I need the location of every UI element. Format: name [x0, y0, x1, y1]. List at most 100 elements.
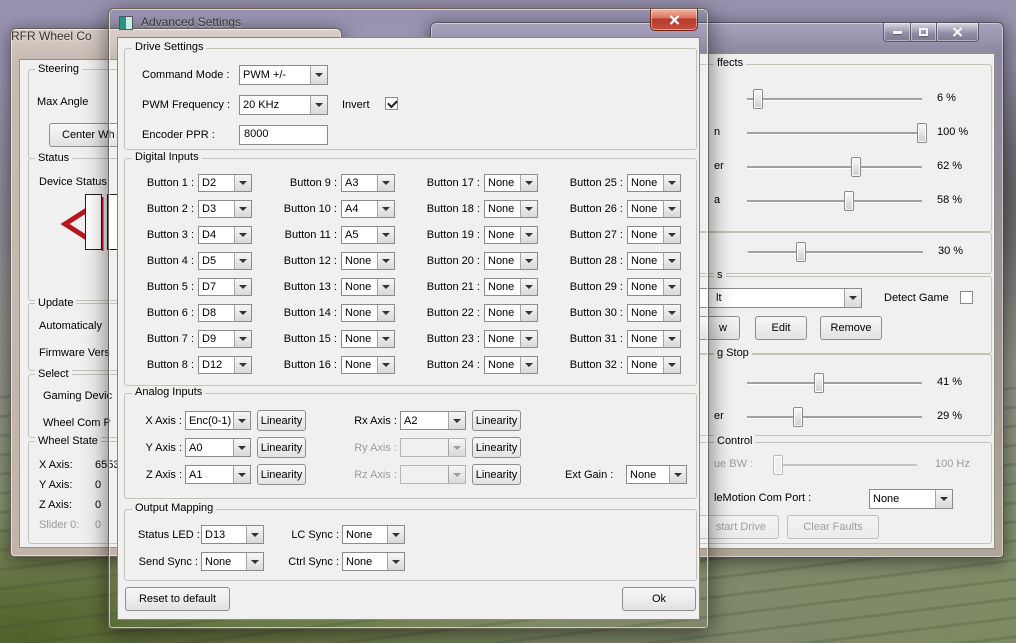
clear-faults-button[interactable]: Clear Faults: [787, 515, 879, 539]
digital-input-select[interactable]: A4: [341, 200, 395, 218]
axis-select[interactable]: [400, 438, 466, 457]
output-select[interactable]: None: [342, 552, 405, 571]
digital-input-select[interactable]: None: [627, 252, 681, 270]
digital-input-select[interactable]: None: [484, 330, 538, 348]
digital-input-select[interactable]: None: [627, 330, 681, 348]
edit-profile-button[interactable]: Edit: [755, 316, 807, 340]
slider-thumb[interactable]: [844, 191, 854, 211]
digital-input-select[interactable]: None: [341, 252, 395, 270]
linearity-button[interactable]: Linearity: [257, 464, 306, 485]
slider-thumb[interactable]: [917, 123, 927, 143]
output-select[interactable]: None: [201, 552, 264, 571]
ext-gain-select[interactable]: None: [626, 465, 687, 484]
firmware-version-label[interactable]: Firmware Vers: [39, 347, 110, 359]
digital-input-row: Button 28 : None: [561, 248, 696, 274]
dialog-close-button[interactable]: [650, 9, 698, 31]
axis-select[interactable]: Enc(0-1): [185, 411, 251, 430]
minimize-button[interactable]: [883, 23, 911, 42]
slider-thumb[interactable]: [851, 157, 861, 177]
detect-game-checkbox[interactable]: [960, 291, 973, 304]
digital-input-select[interactable]: D5: [198, 252, 252, 270]
axis-select[interactable]: A2: [400, 411, 466, 430]
digital-input-select[interactable]: None: [341, 356, 395, 374]
digital-input-select[interactable]: D4: [198, 226, 252, 244]
digital-input-select[interactable]: None: [484, 278, 538, 296]
slider-track[interactable]: [747, 382, 922, 385]
slider-thumb[interactable]: [753, 89, 763, 109]
linearity-button[interactable]: Linearity: [472, 437, 521, 458]
linearity-button[interactable]: Linearity: [257, 437, 306, 458]
slider-thumb[interactable]: [796, 242, 806, 262]
digital-input-row: Button 11 : A5: [275, 222, 410, 248]
digital-input-select[interactable]: None: [341, 330, 395, 348]
digital-input-row: Button 14 : None: [275, 300, 410, 326]
desktop: RFR Wheel Co Steering Max Angle Center W…: [0, 0, 1016, 643]
axis-label: Ry Axis :: [344, 442, 397, 454]
slider-track[interactable]: [748, 251, 923, 254]
ok-button[interactable]: Ok: [622, 587, 696, 611]
slider-track[interactable]: [747, 132, 922, 135]
axis-select[interactable]: A1: [185, 465, 251, 484]
digital-input-select[interactable]: A5: [341, 226, 395, 244]
digital-input-select[interactable]: D3: [198, 200, 252, 218]
digital-input-select[interactable]: D9: [198, 330, 252, 348]
linearity-button[interactable]: Linearity: [472, 464, 521, 485]
chevron-down-icon: [663, 253, 680, 269]
control-legend: Control: [714, 435, 755, 447]
chevron-down-icon: [387, 526, 404, 543]
slider-track[interactable]: [747, 200, 922, 203]
chevron-down-icon: [520, 305, 537, 321]
axis-select[interactable]: A0: [185, 438, 251, 457]
chevron-down-icon: [234, 331, 251, 347]
maximize-button[interactable]: [911, 23, 937, 42]
digital-input-select[interactable]: None: [627, 226, 681, 244]
com-port-select[interactable]: None: [869, 489, 953, 509]
advanced-settings-dialog[interactable]: Advanced Settings Drive Settings Command…: [108, 8, 709, 629]
output-select[interactable]: D13: [201, 525, 264, 544]
invert-checkbox[interactable]: [385, 97, 398, 110]
encoder-ppr-input[interactable]: 8000: [239, 125, 328, 145]
digital-input-select[interactable]: None: [484, 200, 538, 218]
digital-input-row: Button 10 : A4: [275, 196, 410, 222]
digital-input-select[interactable]: D12: [198, 356, 252, 374]
digital-input-select[interactable]: None: [484, 252, 538, 270]
output-select[interactable]: None: [342, 525, 405, 544]
slider-thumb[interactable]: [814, 373, 824, 393]
pwm-frequency-select[interactable]: 20 KHz: [239, 95, 328, 115]
automatically-label[interactable]: Automaticaly: [39, 320, 102, 332]
device-status-label: Device Status: [39, 176, 107, 188]
digital-input-select[interactable]: A3: [341, 174, 395, 192]
slider-thumb[interactable]: [793, 407, 803, 427]
digital-input-row: Button 4 : D5: [132, 248, 267, 274]
digital-input-row: Button 23 : None: [418, 326, 553, 352]
digital-input-select[interactable]: D8: [198, 304, 252, 322]
slider-track[interactable]: [747, 416, 922, 419]
axis-select[interactable]: [400, 465, 466, 484]
linearity-button[interactable]: Linearity: [257, 410, 306, 431]
digital-input-select[interactable]: None: [341, 278, 395, 296]
axis-value: Enc(0-1): [186, 414, 233, 428]
digital-input-select[interactable]: None: [484, 174, 538, 192]
app-icon: [119, 16, 133, 30]
reset-to-default-button[interactable]: Reset to default: [125, 587, 230, 611]
digital-input-select[interactable]: D2: [198, 174, 252, 192]
digital-input-select[interactable]: D7: [198, 278, 252, 296]
digital-input-select[interactable]: None: [484, 356, 538, 374]
chevron-down-icon: [233, 466, 250, 483]
command-mode-select[interactable]: PWM +/-: [239, 65, 328, 85]
close-button[interactable]: [937, 23, 979, 42]
digital-input-select[interactable]: None: [341, 304, 395, 322]
remove-profile-button[interactable]: Remove: [820, 316, 882, 340]
digital-input-select[interactable]: None: [627, 278, 681, 296]
digital-input-select[interactable]: None: [627, 174, 681, 192]
linearity-button[interactable]: Linearity: [472, 410, 521, 431]
digital-input-select[interactable]: None: [627, 304, 681, 322]
slider-track[interactable]: [747, 98, 922, 101]
slider-track[interactable]: [747, 166, 922, 169]
digital-input-row: Button 19 : None: [418, 222, 553, 248]
digital-input-select[interactable]: None: [484, 304, 538, 322]
digital-input-select[interactable]: None: [627, 356, 681, 374]
digital-input-select[interactable]: None: [484, 226, 538, 244]
digital-input-select[interactable]: None: [627, 200, 681, 218]
close-icon: [669, 15, 680, 25]
